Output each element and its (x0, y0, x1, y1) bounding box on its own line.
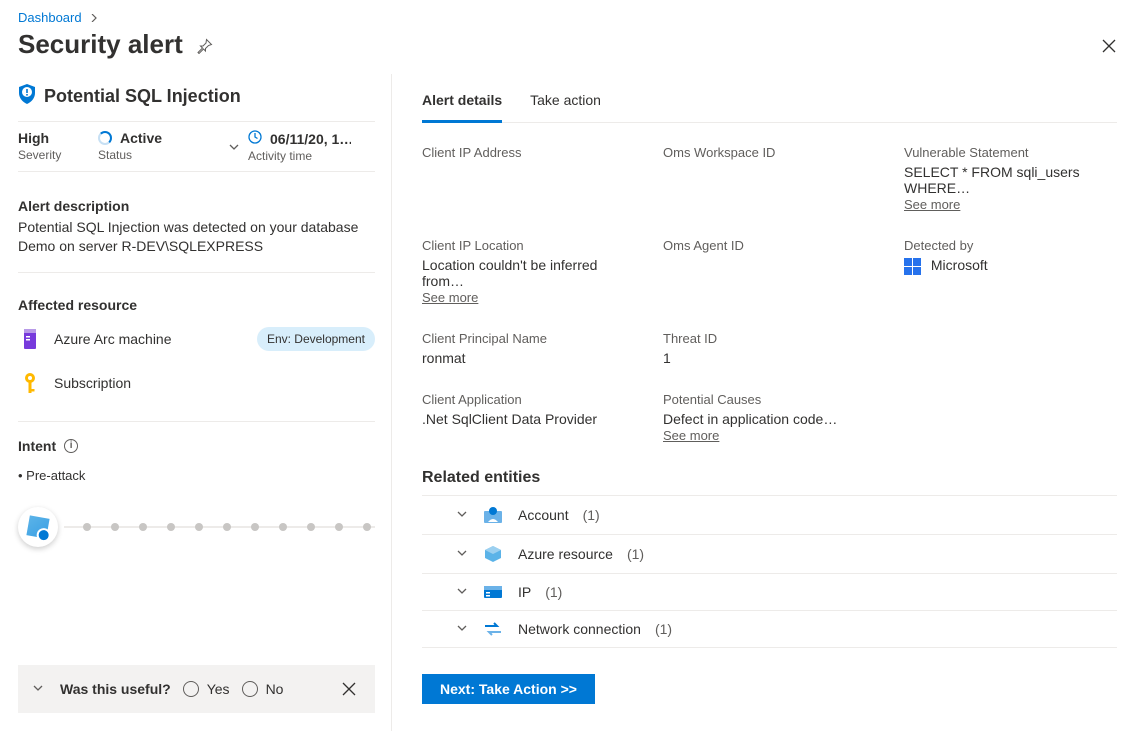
field-label: Client IP Address (422, 145, 635, 160)
ip-icon (482, 585, 504, 599)
entity-count: (1) (655, 621, 672, 637)
alert-title: Potential SQL Injection (44, 86, 241, 107)
field-label: Detected by (904, 238, 1117, 253)
field-label: Client Principal Name (422, 331, 635, 346)
cube-icon (482, 545, 504, 563)
feedback-yes-label: Yes (207, 681, 230, 697)
status-value: Active (120, 130, 162, 146)
divider (18, 272, 375, 273)
breadcrumb-root[interactable]: Dashboard (18, 10, 82, 25)
shield-icon (18, 84, 36, 109)
microsoft-icon (904, 258, 921, 275)
resource-row-arc[interactable]: Azure Arc machine Env: Development (18, 327, 375, 351)
field-label: Oms Agent ID (663, 238, 876, 253)
pin-icon[interactable] (193, 34, 217, 58)
status-dropdown[interactable]: Active Status (98, 130, 248, 163)
breadcrumb: Dashboard (0, 0, 1137, 25)
entity-count: (1) (545, 584, 562, 600)
activity-time-label: Activity time (248, 149, 351, 163)
field-value: Microsoft (904, 257, 1117, 275)
field-value: .Net SqlClient Data Provider (422, 411, 635, 427)
entity-count: (1) (583, 507, 600, 523)
account-icon (482, 506, 504, 524)
entity-row-account[interactable]: Account (1) (422, 496, 1117, 535)
page-title: Security alert (18, 29, 183, 60)
resource-row-sub[interactable]: Subscription (18, 371, 375, 395)
entity-label: Network connection (518, 621, 641, 637)
env-tag: Env: Development (257, 327, 375, 351)
next-take-action-button[interactable]: Next: Take Action >> (422, 674, 595, 704)
intent-heading: Intent (18, 438, 56, 454)
field-label: Oms Workspace ID (663, 145, 876, 160)
see-more-link[interactable]: See more (663, 428, 719, 443)
status-label: Status (98, 148, 224, 162)
entity-label: Account (518, 507, 569, 523)
field-value: SELECT * FROM sqli_users WHERE… (904, 164, 1117, 196)
chevron-right-icon (90, 11, 98, 25)
close-icon[interactable] (337, 677, 361, 701)
feedback-bar: Was this useful? Yes No (18, 665, 375, 713)
description-heading: Alert description (18, 198, 375, 214)
info-icon[interactable]: i (64, 439, 78, 453)
key-icon (18, 371, 42, 395)
chevron-down-icon (456, 546, 468, 562)
feedback-question: Was this useful? (60, 681, 171, 697)
affected-heading: Affected resource (18, 297, 375, 313)
tab-alert-details[interactable]: Alert details (422, 84, 502, 123)
spinner-icon (98, 131, 112, 145)
entity-row-azure[interactable]: Azure resource (1) (422, 535, 1117, 574)
resource-label: Azure Arc machine (54, 331, 172, 347)
chevron-down-icon[interactable] (32, 681, 44, 697)
see-more-link[interactable]: See more (422, 290, 478, 305)
severity-label: Severity (18, 148, 74, 162)
chevron-down-icon (456, 584, 468, 600)
description-text: Potential SQL Injection was detected on … (18, 218, 375, 256)
entity-label: Azure resource (518, 546, 613, 562)
field-value: Location couldn't be inferred from… (422, 257, 635, 289)
related-entities-heading: Related entities (422, 469, 1117, 487)
severity-value: High (18, 130, 74, 146)
feedback-yes[interactable]: Yes (183, 681, 230, 697)
field-label: Threat ID (663, 331, 876, 346)
clock-icon (248, 130, 262, 147)
field-value: ronmat (422, 350, 635, 366)
field-label: Client IP Location (422, 238, 635, 253)
entity-row-ip[interactable]: IP (1) (422, 574, 1117, 611)
field-value: Defect in application code… (663, 411, 876, 427)
field-label: Potential Causes (663, 392, 876, 407)
entity-label: IP (518, 584, 531, 600)
close-icon[interactable] (1097, 34, 1121, 58)
resource-label: Subscription (54, 375, 131, 391)
chevron-down-icon (228, 140, 240, 156)
server-icon (18, 327, 42, 351)
chevron-down-icon (456, 621, 468, 637)
entity-row-network[interactable]: Network connection (1) (422, 611, 1117, 648)
feedback-no-label: No (266, 681, 284, 697)
feedback-no[interactable]: No (242, 681, 284, 697)
timeline-start-icon (18, 507, 58, 547)
tab-take-action[interactable]: Take action (530, 84, 601, 122)
see-more-link[interactable]: See more (904, 197, 960, 212)
field-value: 1 (663, 350, 876, 366)
chevron-down-icon (456, 507, 468, 523)
intent-timeline (18, 507, 375, 547)
activity-time-value: 06/11/20, 1… (270, 131, 351, 147)
intent-item: Pre-attack (18, 468, 375, 483)
field-label: Client Application (422, 392, 635, 407)
field-label: Vulnerable Statement (904, 145, 1117, 160)
network-icon (482, 622, 504, 636)
divider (18, 421, 375, 422)
radio-icon (242, 681, 258, 697)
radio-icon (183, 681, 199, 697)
entity-count: (1) (627, 546, 644, 562)
